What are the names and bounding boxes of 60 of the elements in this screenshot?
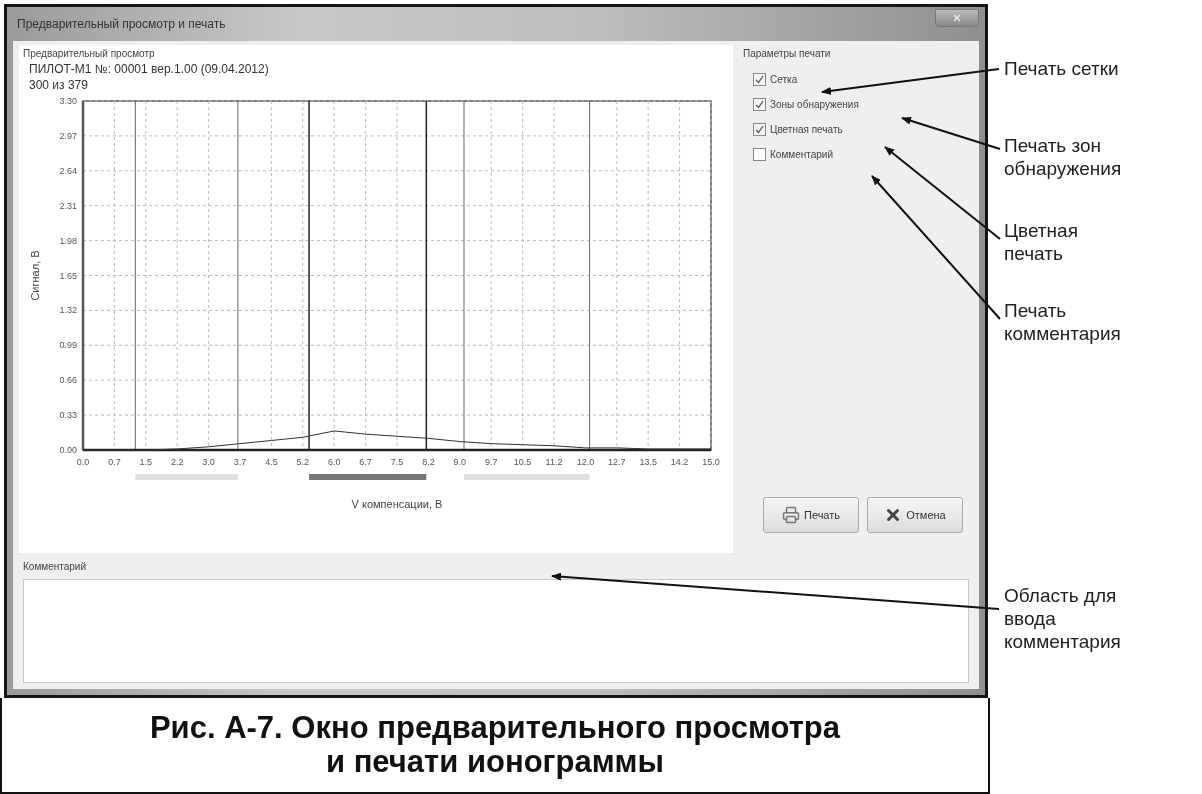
x-tick-label: 0.0 [76, 457, 90, 467]
x-tick-label: 13.5 [639, 457, 657, 467]
y-tick-label: 2.97 [59, 130, 77, 141]
x-tick-label: 8.2 [422, 457, 435, 467]
y-tick-label: 3.30 [59, 96, 77, 106]
callout-label: Печать сетки [1004, 57, 1120, 80]
x-tick-label: 6.7 [359, 457, 372, 467]
panel-label: Предварительный просмотр [23, 47, 156, 61]
x-axis-label: V компенсации, В [351, 498, 443, 510]
panel-label: Параметры печати [743, 47, 832, 61]
y-tick-label: 0.66 [59, 375, 77, 386]
checkbox-label: Комментарий [770, 149, 833, 160]
device-header: ПИЛОТ-М1 №: 00001 вер.1.00 (09.04.2012) [28, 61, 270, 77]
x-tick-label: 0.7 [108, 457, 121, 467]
x-tick-label: 1.5 [139, 457, 153, 467]
checkbox-label: Сетка [770, 74, 798, 85]
callout-label: Цветная печать [1004, 219, 1079, 265]
checkbox[interactable] [753, 148, 766, 161]
y-tick-label: 0.33 [59, 410, 77, 421]
y-axis-label: Сигнал, В [29, 250, 41, 301]
x-tick-label: 5.2 [296, 457, 310, 467]
close-button[interactable] [935, 9, 979, 27]
y-tick-label: 1.32 [59, 305, 77, 316]
x-tick-label: 3.0 [202, 457, 215, 467]
checkbox[interactable] [753, 123, 766, 136]
checkbox[interactable] [753, 98, 766, 111]
print-button[interactable]: Печать [763, 497, 859, 533]
callout-label: Область для ввода комментария [1004, 584, 1122, 653]
y-tick-label: 1.98 [59, 235, 77, 246]
checkbox-label: Цветная печать [770, 124, 843, 135]
x-tick-label: 14.2 [670, 457, 689, 467]
x-tick-label: 4.5 [265, 457, 278, 467]
comment-field[interactable] [23, 579, 969, 683]
x-tick-label: 9.0 [453, 457, 467, 467]
close-icon [952, 13, 962, 23]
printer-icon [781, 506, 800, 524]
comment-label: Комментарий [22, 560, 87, 574]
y-tick-label: 1.65 [59, 270, 77, 281]
x-tick-label: 9.7 [484, 457, 498, 467]
y-tick-label: 2.31 [59, 200, 77, 211]
y-tick-label: 0.99 [59, 340, 77, 351]
record-counter: 300 из 379 [28, 77, 89, 93]
callout-label: Печать комментария [1004, 299, 1122, 345]
cancel-button[interactable]: Отмена [867, 497, 963, 533]
y-tick-label: 0.00 [59, 445, 77, 455]
callout-label: Печать зон обнаружения [1004, 134, 1123, 180]
x-tick-label: 3.7 [233, 457, 247, 467]
x-tick-label: 12.0 [576, 457, 595, 467]
window-title: Предварительный просмотр и печать [16, 17, 226, 31]
x-tick-label: 11.2 [545, 457, 563, 467]
x-tick-label: 7.5 [390, 457, 404, 467]
y-tick-label: 2.64 [59, 165, 77, 176]
checkbox[interactable] [753, 73, 766, 86]
figure-caption: Рис. А-7. Окно предварительного просмотра и печати ионограммы [148, 711, 842, 779]
x-tick-label: 15.0 [702, 457, 720, 467]
x-tick-label: 2.2 [170, 457, 184, 467]
x-tick-label: 10.5 [513, 457, 532, 467]
x-tick-label: 12.7 [608, 457, 626, 467]
checkbox-label: Зоны обнаружения [770, 99, 859, 110]
x-tick-label: 6.0 [327, 457, 341, 467]
